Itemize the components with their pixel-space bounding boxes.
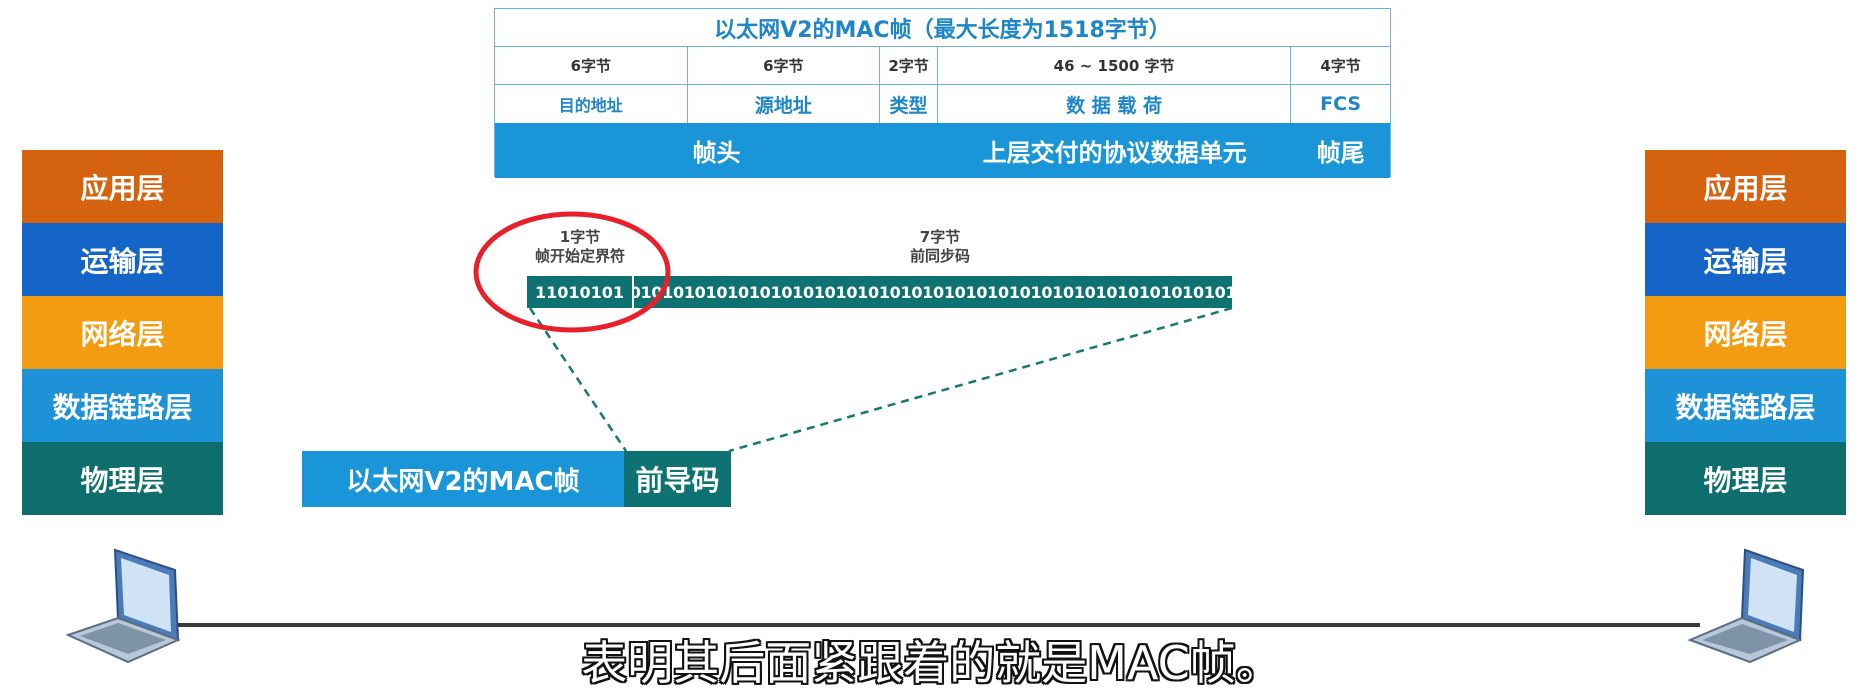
frame-with-preamble-bar: 以太网V2的MAC帧 前导码 xyxy=(302,451,731,507)
highlight-ellipse xyxy=(473,211,671,333)
mac-frame-block: 以太网V2的MAC帧 xyxy=(302,451,624,507)
preamble-block: 前导码 xyxy=(624,451,731,507)
video-subtitle: 表明其后面紧跟着的就是MAC帧。 xyxy=(581,636,1282,690)
zoom-line-right xyxy=(728,306,1233,453)
